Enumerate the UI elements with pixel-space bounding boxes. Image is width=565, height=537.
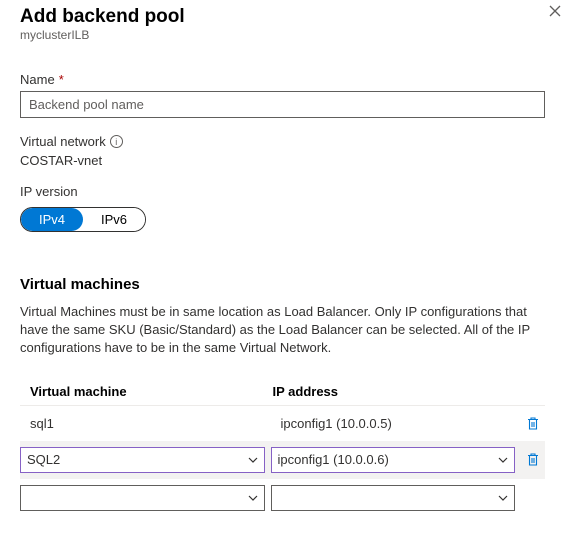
close-icon[interactable] [549,4,561,22]
chevron-down-icon [248,455,258,465]
vm-ip-cell: ipconfig1 (10.0.0.5) [271,412,516,435]
vm-name-dropdown[interactable]: SQL2 [20,447,265,473]
table-row: SQL2 ipconfig1 (10.0.0.6) [20,441,545,479]
vm-section-description: Virtual Machines must be in same locatio… [20,303,545,358]
vm-header-machine: Virtual machine [20,384,273,399]
vm-header-ip: IP address [273,384,516,399]
delete-row-button[interactable] [521,452,545,467]
vm-name-cell: sql1 [20,412,265,435]
ipv4-option[interactable]: IPv4 [21,208,83,231]
vm-name-dropdown[interactable] [20,485,265,511]
vm-ip-dropdown[interactable]: ipconfig1 (10.0.0.6) [271,447,516,473]
info-icon[interactable]: i [110,135,123,148]
vm-ip-dropdown[interactable] [271,485,516,511]
trash-icon [526,452,540,467]
vnet-value: COSTAR-vnet [20,153,545,168]
ipv6-option[interactable]: IPv6 [83,208,145,231]
ip-version-label: IP version [20,184,545,199]
table-row: sql1 ipconfig1 (10.0.0.5) [20,406,545,441]
page-title: Add backend pool [20,6,545,28]
vnet-label: Virtual network i [20,134,545,149]
table-row [20,479,545,517]
chevron-down-icon [248,493,258,503]
chevron-down-icon [498,493,508,503]
chevron-down-icon [498,455,508,465]
vm-table: Virtual machine IP address sql1 ipconfig… [20,378,545,517]
resource-name: myclusterILB [20,28,545,42]
ip-version-toggle: IPv4 IPv6 [20,207,146,232]
delete-row-button[interactable] [521,416,545,431]
name-input[interactable] [20,91,545,118]
vm-section-heading: Virtual machines [20,276,545,293]
trash-icon [526,416,540,431]
name-label: Name * [20,72,545,87]
